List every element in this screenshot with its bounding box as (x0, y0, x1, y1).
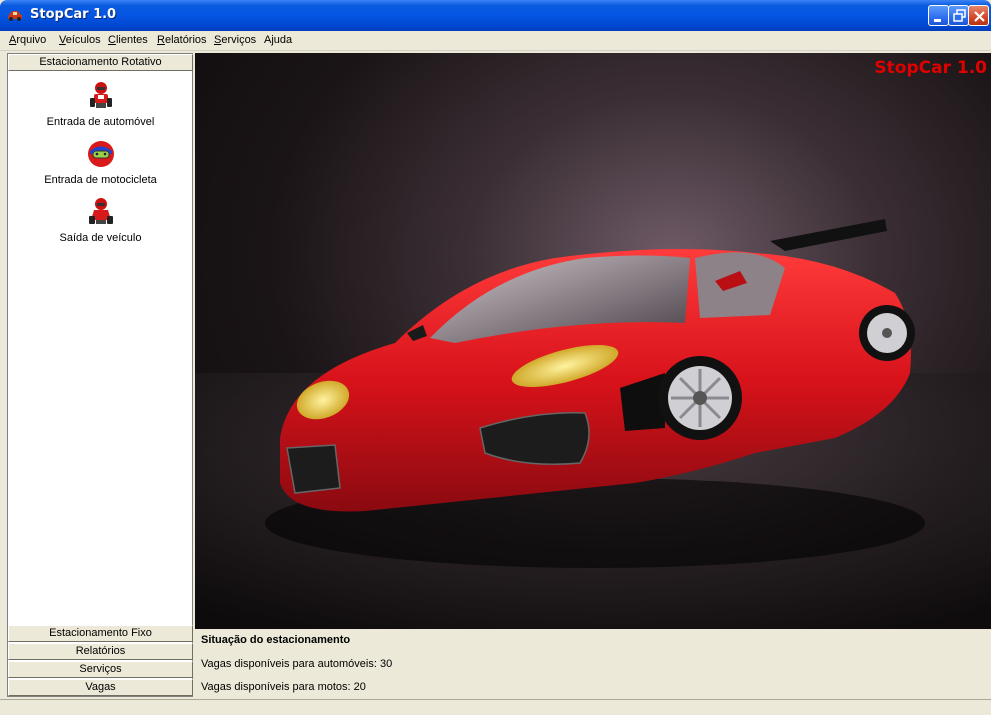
section-relatorios[interactable]: Relatórios (8, 643, 193, 660)
status-title: Situação do estacionamento (201, 634, 351, 646)
action-label: Entrada de automóvel (46, 116, 155, 128)
app-car-icon (8, 11, 22, 21)
app-window: StopCar 1.0 Arquivo Veículos Clientes Re… (0, 0, 991, 715)
action-entrada-motocicleta[interactable]: Entrada de motocicleta (8, 138, 193, 186)
maximize-button[interactable] (948, 5, 969, 26)
race-car-icon (89, 82, 112, 108)
menu-clientes[interactable]: Clientes (108, 34, 148, 46)
action-saida-veiculo[interactable]: Saída de veículo (8, 196, 193, 244)
menu-ajuda[interactable]: Ajuda (264, 34, 292, 46)
status-panel: Situação do estacionamento Vagas disponí… (195, 629, 991, 697)
status-bar (0, 699, 991, 715)
menu-servicos[interactable]: Serviços (214, 34, 256, 46)
close-icon (974, 11, 985, 22)
action-label: Entrada de motocicleta (44, 174, 157, 186)
status-cars-available: Vagas disponíveis para automóveis: 30 (201, 658, 393, 670)
close-button[interactable] (968, 5, 989, 26)
section-estacionamento-rotativo[interactable]: Estacionamento Rotativo (8, 54, 193, 71)
minimize-button[interactable] (928, 5, 949, 26)
sports-car-image (195, 219, 991, 629)
brand-watermark: StopCar 1.0 (874, 58, 987, 78)
minimize-icon (934, 19, 941, 22)
restore-icon (953, 9, 966, 22)
menu-arquivo[interactable]: Arquivo (9, 34, 46, 46)
race-car-exit-icon (88, 198, 113, 224)
section-servicos[interactable]: Serviços (8, 661, 193, 678)
menu-relatorios[interactable]: Relatórios (157, 34, 207, 46)
hero-image-area: StopCar 1.0 (195, 53, 991, 629)
section-vagas[interactable]: Vagas (8, 679, 193, 696)
helmet-icon (87, 141, 114, 167)
menu-bar: Arquivo Veículos Clientes Relatórios Ser… (0, 31, 991, 51)
menu-veiculos[interactable]: Veículos (59, 34, 101, 46)
window-title: StopCar 1.0 (30, 7, 117, 22)
status-motos-available: Vagas disponíveis para motos: 20 (201, 681, 366, 693)
section-estacionamento-fixo[interactable]: Estacionamento Fixo (8, 625, 193, 642)
title-bar[interactable]: StopCar 1.0 (0, 0, 991, 31)
action-label: Saída de veículo (59, 232, 142, 244)
side-panel: Estacionamento Rotativo Entrada de autom… (7, 53, 193, 697)
action-entrada-automovel[interactable]: Entrada de automóvel (8, 80, 193, 128)
